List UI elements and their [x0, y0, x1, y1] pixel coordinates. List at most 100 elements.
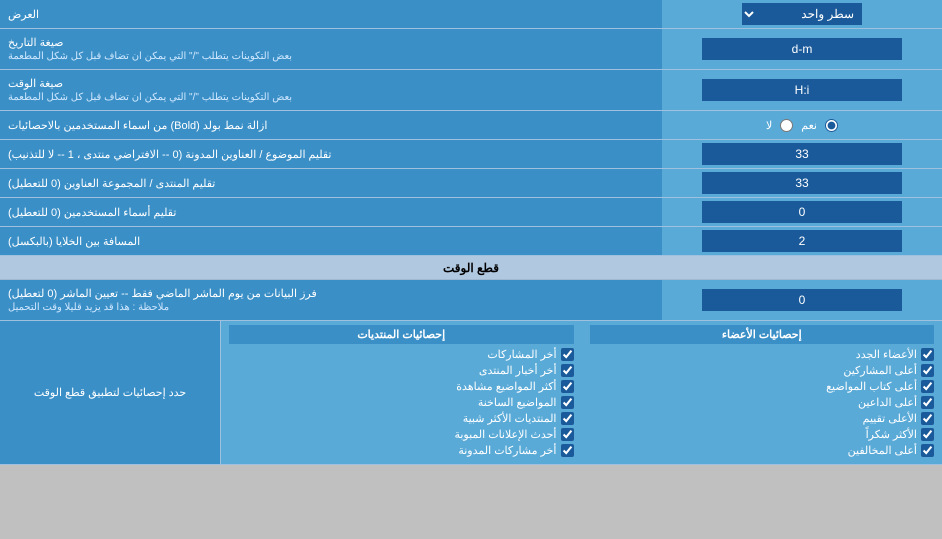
checkbox-top-posters-label: أعلى المشاركين: [843, 364, 917, 377]
forum-order-control: [662, 169, 942, 197]
bold-remove-label: ازالة نمط بولد (Bold) من اسماء المستخدمي…: [0, 111, 662, 139]
checkbox-most-thanks-label: الأكثر شكراً: [866, 428, 917, 441]
members-stats-header-text: إحصائيات الأعضاء: [722, 329, 802, 341]
checkbox-item-ads: أحدث الإعلانات المبوبة: [229, 428, 574, 441]
checkbox-top-inviters-label: أعلى الداعين: [858, 396, 917, 409]
time-cut-data-row: فرز البيانات من يوم الماشر الماضي فقط --…: [0, 280, 942, 321]
checkbox-item-forum-news: أخر أخبار المنتدى: [229, 364, 574, 377]
checkbox-forum-news-label: أخر أخبار المنتدى: [479, 364, 557, 377]
limit-label-col: حدد إحصائيات لتطبيق قطع الوقت: [0, 321, 220, 464]
date-format-label: صيغة التاريخ بعض التكوينات يتطلب "/" الت…: [0, 29, 662, 69]
checkbox-item-blog-shares: أخر مشاركات المدونة: [229, 444, 574, 457]
time-cut-data-input[interactable]: [702, 289, 902, 311]
checkbox-top-inviters[interactable]: [921, 396, 934, 409]
username-order-title: تقليم أسماء المستخدمين (0 للتعطيل): [8, 206, 176, 219]
subject-order-title: تقليم الموضوع / العناوين المدونة (0 -- ا…: [8, 148, 331, 161]
cells-spacing-input[interactable]: [702, 230, 902, 252]
bold-remove-control: نعم لا: [662, 111, 942, 139]
checkbox-top-posters[interactable]: [921, 364, 934, 377]
checkbox-forum-news[interactable]: [561, 364, 574, 377]
time-format-input[interactable]: [702, 79, 902, 101]
time-cut-data-control: [662, 280, 942, 320]
bold-remove-title: ازالة نمط بولد (Bold) من اسماء المستخدمي…: [8, 119, 267, 132]
cells-spacing-label: المسافة بين الخلايا (بالبكسل): [0, 227, 662, 255]
checkbox-most-warned-label: أعلى المخالفين: [848, 444, 917, 457]
checkbox-most-viewed-label: أكثر المواضيع مشاهدة: [456, 380, 556, 393]
checkbox-ads-label: أحدث الإعلانات المبوبة: [454, 428, 556, 441]
time-format-row: صيغة الوقت بعض التكوينات يتطلب "/" التي …: [0, 70, 942, 111]
limit-label-text: حدد إحصائيات لتطبيق قطع الوقت: [34, 386, 186, 399]
bold-yes-label: نعم: [801, 119, 817, 132]
forums-stats-header: إحصائيات المنتديات: [229, 325, 574, 344]
checkboxes-section: حدد إحصائيات لتطبيق قطع الوقت إحصائيات ا…: [0, 321, 942, 465]
checkbox-hot-label: المواضيع الساخنة: [478, 396, 557, 409]
display-select[interactable]: سطر واحد سطرين ثلاثة أسطر: [742, 3, 862, 25]
time-format-note: بعض التكوينات يتطلب "/" التي يمكن ان تضا…: [8, 92, 292, 103]
forums-stats-header-text: إحصائيات المنتديات: [357, 329, 445, 341]
checkbox-similar-label: المنتديات الأكثر شبية: [463, 412, 557, 425]
username-order-control: [662, 198, 942, 226]
time-format-label: صيغة الوقت بعض التكوينات يتطلب "/" التي …: [0, 70, 662, 110]
checkbox-item-top-rated: الأعلى تقييم: [590, 412, 935, 425]
checkbox-shares-label: أخر المشاركات: [487, 348, 556, 361]
time-cut-data-note: ملاحظة : هذا قد يزيد قليلا وقت التحميل: [8, 302, 169, 313]
members-stats-col: إحصائيات الأعضاء الأعضاء الجدد أعلى المش…: [582, 321, 942, 464]
date-format-row: صيغة التاريخ بعض التكوينات يتطلب "/" الت…: [0, 29, 942, 70]
subject-order-control: [662, 140, 942, 168]
bold-remove-row: ازالة نمط بولد (Bold) من اسماء المستخدمي…: [0, 111, 942, 140]
header-row: العرض سطر واحد سطرين ثلاثة أسطر: [0, 0, 942, 29]
date-format-note: بعض التكوينات يتطلب "/" التي يمكن ان تضا…: [8, 51, 292, 62]
forum-order-row: تقليم المنتدى / المجموعة العناوين (0 للت…: [0, 169, 942, 198]
checkbox-item-hot: المواضيع الساخنة: [229, 396, 574, 409]
checkbox-item-most-warned: أعلى المخالفين: [590, 444, 935, 457]
checkbox-top-authors-label: أعلى كتاب المواضيع: [826, 380, 917, 393]
checkbox-most-warned[interactable]: [921, 444, 934, 457]
checkbox-similar[interactable]: [561, 412, 574, 425]
checkbox-shares[interactable]: [561, 348, 574, 361]
cells-spacing-control: [662, 227, 942, 255]
subject-order-row: تقليم الموضوع / العناوين المدونة (0 -- ا…: [0, 140, 942, 169]
time-cut-data-label: فرز البيانات من يوم الماشر الماضي فقط --…: [0, 280, 662, 320]
username-order-input[interactable]: [702, 201, 902, 223]
date-format-input[interactable]: [702, 38, 902, 60]
checkbox-item-shares: أخر المشاركات: [229, 348, 574, 361]
bold-no-radio[interactable]: [780, 119, 793, 132]
main-container: العرض سطر واحد سطرين ثلاثة أسطر صيغة الت…: [0, 0, 942, 465]
time-format-control: [662, 70, 942, 110]
header-control: سطر واحد سطرين ثلاثة أسطر: [662, 0, 942, 28]
subject-order-input[interactable]: [702, 143, 902, 165]
display-label-text: العرض: [8, 8, 39, 21]
checkbox-item-most-viewed: أكثر المواضيع مشاهدة: [229, 380, 574, 393]
time-cut-title: قطع الوقت: [443, 261, 499, 275]
forum-order-input[interactable]: [702, 172, 902, 194]
cells-spacing-title: المسافة بين الخلايا (بالبكسل): [8, 235, 140, 248]
bold-radio-group: نعم لا: [766, 119, 838, 132]
time-cut-data-title: فرز البيانات من يوم الماشر الماضي فقط --…: [8, 287, 317, 300]
checkbox-top-rated-label: الأعلى تقييم: [863, 412, 917, 425]
members-stats-header: إحصائيات الأعضاء: [590, 325, 935, 344]
checkbox-new-members[interactable]: [921, 348, 934, 361]
header-label: العرض: [0, 0, 662, 28]
checkbox-blog-shares-label: أخر مشاركات المدونة: [458, 444, 556, 457]
checkbox-blog-shares[interactable]: [561, 444, 574, 457]
checkbox-top-rated[interactable]: [921, 412, 934, 425]
checkbox-hot[interactable]: [561, 396, 574, 409]
time-cut-section-header: قطع الوقت: [0, 256, 942, 280]
checkbox-most-viewed[interactable]: [561, 380, 574, 393]
subject-order-label: تقليم الموضوع / العناوين المدونة (0 -- ا…: [0, 140, 662, 168]
checkbox-ads[interactable]: [561, 428, 574, 441]
time-format-title: صيغة الوقت: [8, 77, 63, 90]
forum-order-label: تقليم المنتدى / المجموعة العناوين (0 للت…: [0, 169, 662, 197]
checkbox-top-authors[interactable]: [921, 380, 934, 393]
checkbox-item-most-thanks: الأكثر شكراً: [590, 428, 935, 441]
checkbox-item-new-members: الأعضاء الجدد: [590, 348, 935, 361]
forum-order-title: تقليم المنتدى / المجموعة العناوين (0 للت…: [8, 177, 215, 190]
forums-stats-col: إحصائيات المنتديات أخر المشاركات أخر أخب…: [220, 321, 582, 464]
checkbox-item-top-authors: أعلى كتاب المواضيع: [590, 380, 935, 393]
bold-yes-radio[interactable]: [825, 119, 838, 132]
date-format-control: [662, 29, 942, 69]
checkbox-most-thanks[interactable]: [921, 428, 934, 441]
username-order-row: تقليم أسماء المستخدمين (0 للتعطيل): [0, 198, 942, 227]
cells-spacing-row: المسافة بين الخلايا (بالبكسل): [0, 227, 942, 256]
username-order-label: تقليم أسماء المستخدمين (0 للتعطيل): [0, 198, 662, 226]
